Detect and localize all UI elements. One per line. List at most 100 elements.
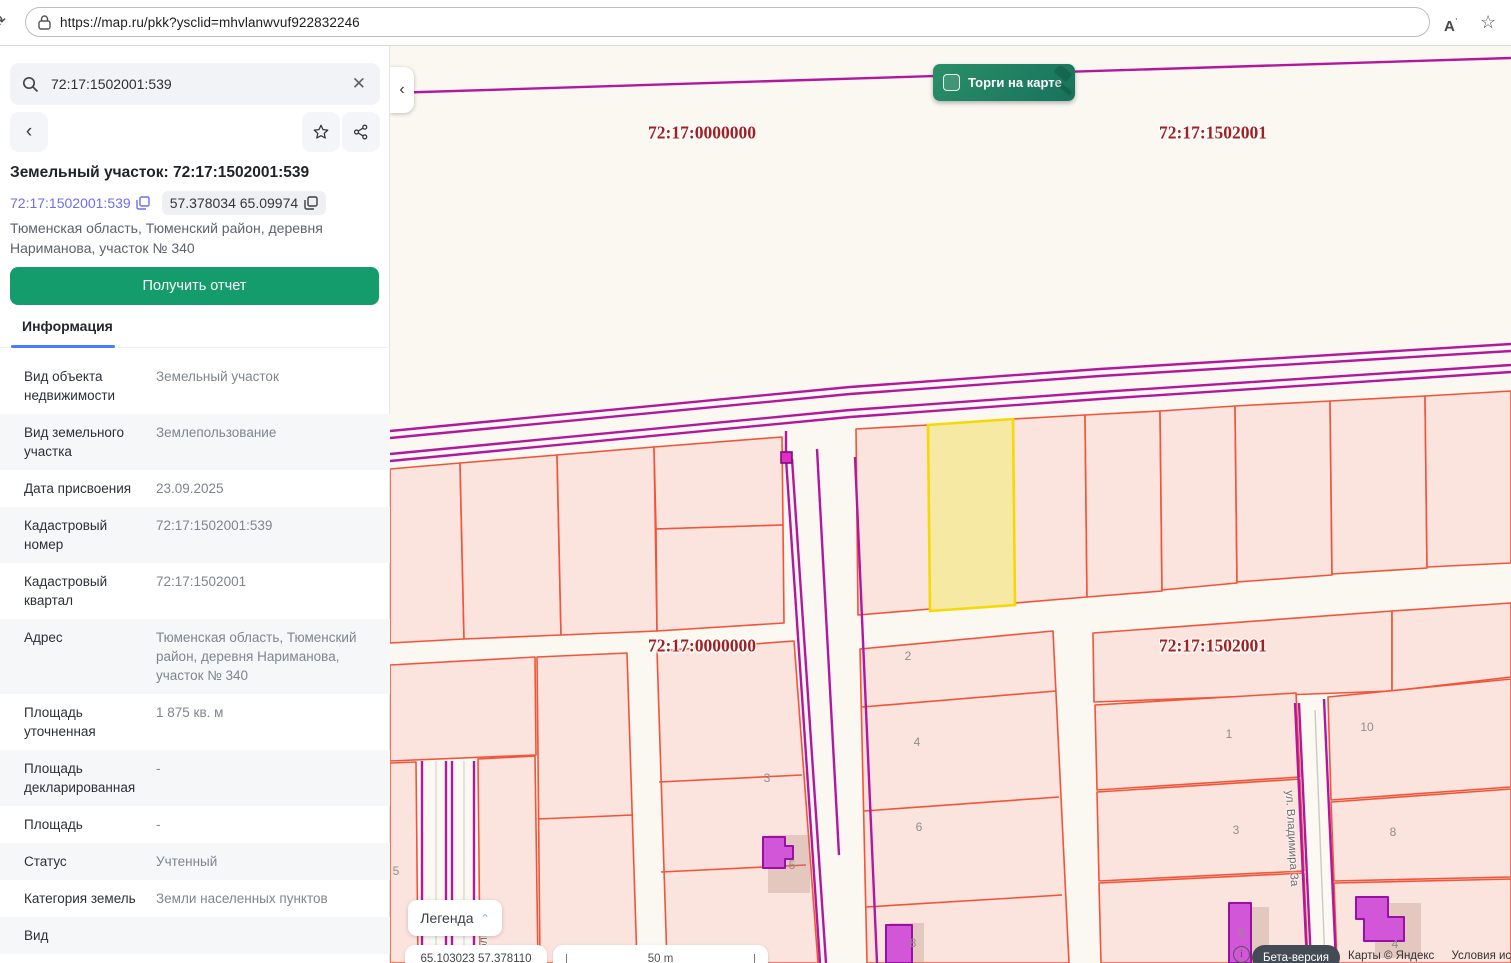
table-row: Вид земельного участкаЗемлепользование — [0, 414, 390, 470]
parcel-number: 3 — [1233, 823, 1240, 837]
cadastral-map-canvas[interactable] — [390, 45, 1511, 963]
row-label: Кадастровый квартал — [24, 572, 146, 610]
table-row: Кадастровый квартал 72:17:1502001 — [0, 563, 390, 619]
gavel-icon — [1041, 66, 1075, 101]
get-report-button[interactable]: Получить отчет — [10, 267, 379, 305]
torgi-checkbox[interactable] — [943, 74, 960, 91]
quarter-label: 72:17:0000000 — [648, 636, 756, 657]
cadastral-map[interactable]: 72:17:0000000 72:17:1502001 72:17:000000… — [390, 45, 1511, 963]
coordinates-readout: 65.103023 57.378110 — [405, 945, 547, 963]
attribution-text: Карты © Яндекс — [1348, 950, 1434, 962]
parcel-address: Тюменская область, Тюменский район, дере… — [10, 218, 340, 258]
row-value: 72:17:1502001 — [156, 572, 372, 610]
search-icon — [22, 76, 39, 93]
search-box[interactable]: ✕ — [10, 63, 380, 105]
chevron-left-icon: ‹ — [26, 121, 32, 143]
parcel-number: 5 — [789, 858, 796, 872]
back-button[interactable]: ‹ — [10, 112, 48, 152]
table-row: Статус Учтенный — [0, 843, 390, 880]
browser-toolbar: ⟳ https://map.ru/pkk?ysclid=mhvlanwvuf92… — [0, 0, 1511, 46]
legend-label: Легенда — [420, 910, 473, 926]
row-label: Дата присвоения — [24, 479, 146, 498]
info-table: Вид объекта недвижимости Земельный участо… — [0, 358, 390, 954]
parcel-id-row: 72:17:1502001:539 57.378034 65.09974 — [10, 191, 326, 215]
table-row: АдресТюменская область, Тюменский район,… — [0, 619, 390, 694]
map-attribution: Карты © Яндекс Условия ис — [1348, 950, 1511, 962]
parcel-number: 4 — [1392, 937, 1399, 951]
cadastral-number-text: 72:17:1502001:539 — [10, 195, 131, 211]
parcel-number: 8 — [910, 936, 917, 950]
parcel-number: 4 — [914, 735, 921, 749]
parcel-number: 3 — [764, 771, 771, 785]
collapse-panel-button[interactable]: ‹ — [390, 67, 414, 113]
scale-tick — [754, 954, 755, 963]
table-row: Кадастровый номер 72:17:1502001:539 — [0, 507, 390, 563]
row-value: - — [156, 815, 372, 834]
row-value: Земли населенных пунктов — [156, 889, 372, 908]
row-value: Тюменская область, Тюменский район, дере… — [156, 628, 372, 685]
quarter-label: 72:17:1502001 — [1159, 123, 1267, 144]
row-value: 1 875 кв. м — [156, 703, 372, 741]
row-label: Вид земельного участка — [24, 423, 146, 461]
chevron-up-icon: ⌃ — [481, 912, 490, 925]
table-row: Площадь- — [0, 806, 390, 843]
scale-tick — [566, 954, 567, 963]
quarter-label: 72:17:0000000 — [648, 123, 756, 144]
table-row: Вид — [0, 917, 390, 954]
beta-version-badge[interactable]: Бета-версия — [1252, 945, 1340, 963]
parcel-number: 5 — [393, 864, 400, 878]
parcel-number: 10 — [1360, 720, 1373, 734]
parcel-number: 6 — [916, 820, 923, 834]
read-aloud-icon[interactable]: Aʾ — [1444, 12, 1458, 37]
parcel-number: 8 — [1390, 825, 1397, 839]
bookmark-star-icon[interactable]: ☆ — [1480, 12, 1496, 32]
row-label: Статус — [24, 852, 146, 871]
copy-icon[interactable] — [304, 196, 318, 210]
tab-underline — [11, 345, 115, 348]
table-row: Площадь уточненная 1 875 кв. м — [0, 694, 390, 750]
row-value: 72:17:1502001:539 — [156, 516, 372, 554]
search-input[interactable] — [49, 75, 340, 93]
row-label: Вид объекта недвижимости — [24, 367, 146, 405]
row-label: Площадь — [24, 815, 146, 834]
tab-bar: Информация — [0, 315, 390, 348]
boundary-node-marker[interactable] — [781, 452, 792, 463]
parcel-info-panel: ✕ ‹ Земельный участок: 72:17:1502001:539… — [0, 45, 390, 963]
row-value: - — [156, 759, 372, 797]
star-icon — [312, 123, 330, 141]
row-value — [156, 926, 372, 945]
row-value: Учтенный — [156, 852, 372, 871]
favorite-button[interactable] — [302, 112, 340, 152]
row-label: Площадь декларированная — [24, 759, 146, 797]
tab-information[interactable]: Информация — [22, 318, 113, 334]
table-row: Вид объекта недвижимости Земельный участо… — [0, 358, 390, 414]
quarter-label: 72:17:1502001 — [1159, 636, 1267, 657]
parcel-number: 2 — [905, 649, 912, 663]
copy-icon[interactable] — [136, 196, 150, 210]
reload-icon[interactable]: ⟳ — [0, 11, 13, 33]
row-value: 23.09.2025 — [156, 479, 372, 498]
selected-parcel[interactable] — [928, 419, 1015, 611]
terms-link[interactable]: Условия ис — [1452, 950, 1511, 962]
share-button[interactable] — [342, 112, 380, 152]
clear-search-icon[interactable]: ✕ — [350, 74, 368, 94]
parcel-number: 5 — [1239, 926, 1246, 940]
address-bar[interactable]: https://map.ru/pkk?ysclid=mhvlanwvuf9228… — [25, 7, 1430, 37]
browser-window: ⟳ https://map.ru/pkk?ysclid=mhvlanwvuf92… — [0, 0, 1511, 963]
coordinates-chip-text: 57.378034 65.09974 — [170, 195, 298, 211]
parcel-number: 1 — [1226, 727, 1233, 741]
torgi-toggle-button[interactable]: Торги на карте — [933, 64, 1075, 101]
parcel-title: Земельный участок: 72:17:1502001:539 — [10, 164, 382, 182]
scale-label: 50 m — [648, 953, 674, 963]
scale-bar: 50 m — [553, 945, 768, 963]
coordinates-chip[interactable]: 57.378034 65.09974 — [162, 191, 326, 215]
row-label: Кадастровый номер — [24, 516, 146, 554]
cadastral-number-link[interactable]: 72:17:1502001:539 — [10, 195, 150, 211]
url-text: https://map.ru/pkk?ysclid=mhvlanwvuf9228… — [60, 15, 360, 30]
legend-button[interactable]: Легенда ⌃ — [408, 900, 502, 936]
row-label: Площадь уточненная — [24, 703, 146, 741]
row-value: Земельный участок — [156, 367, 372, 405]
row-label: Адрес — [24, 628, 146, 685]
lock-icon — [38, 15, 51, 30]
info-icon[interactable]: i — [1233, 946, 1250, 963]
